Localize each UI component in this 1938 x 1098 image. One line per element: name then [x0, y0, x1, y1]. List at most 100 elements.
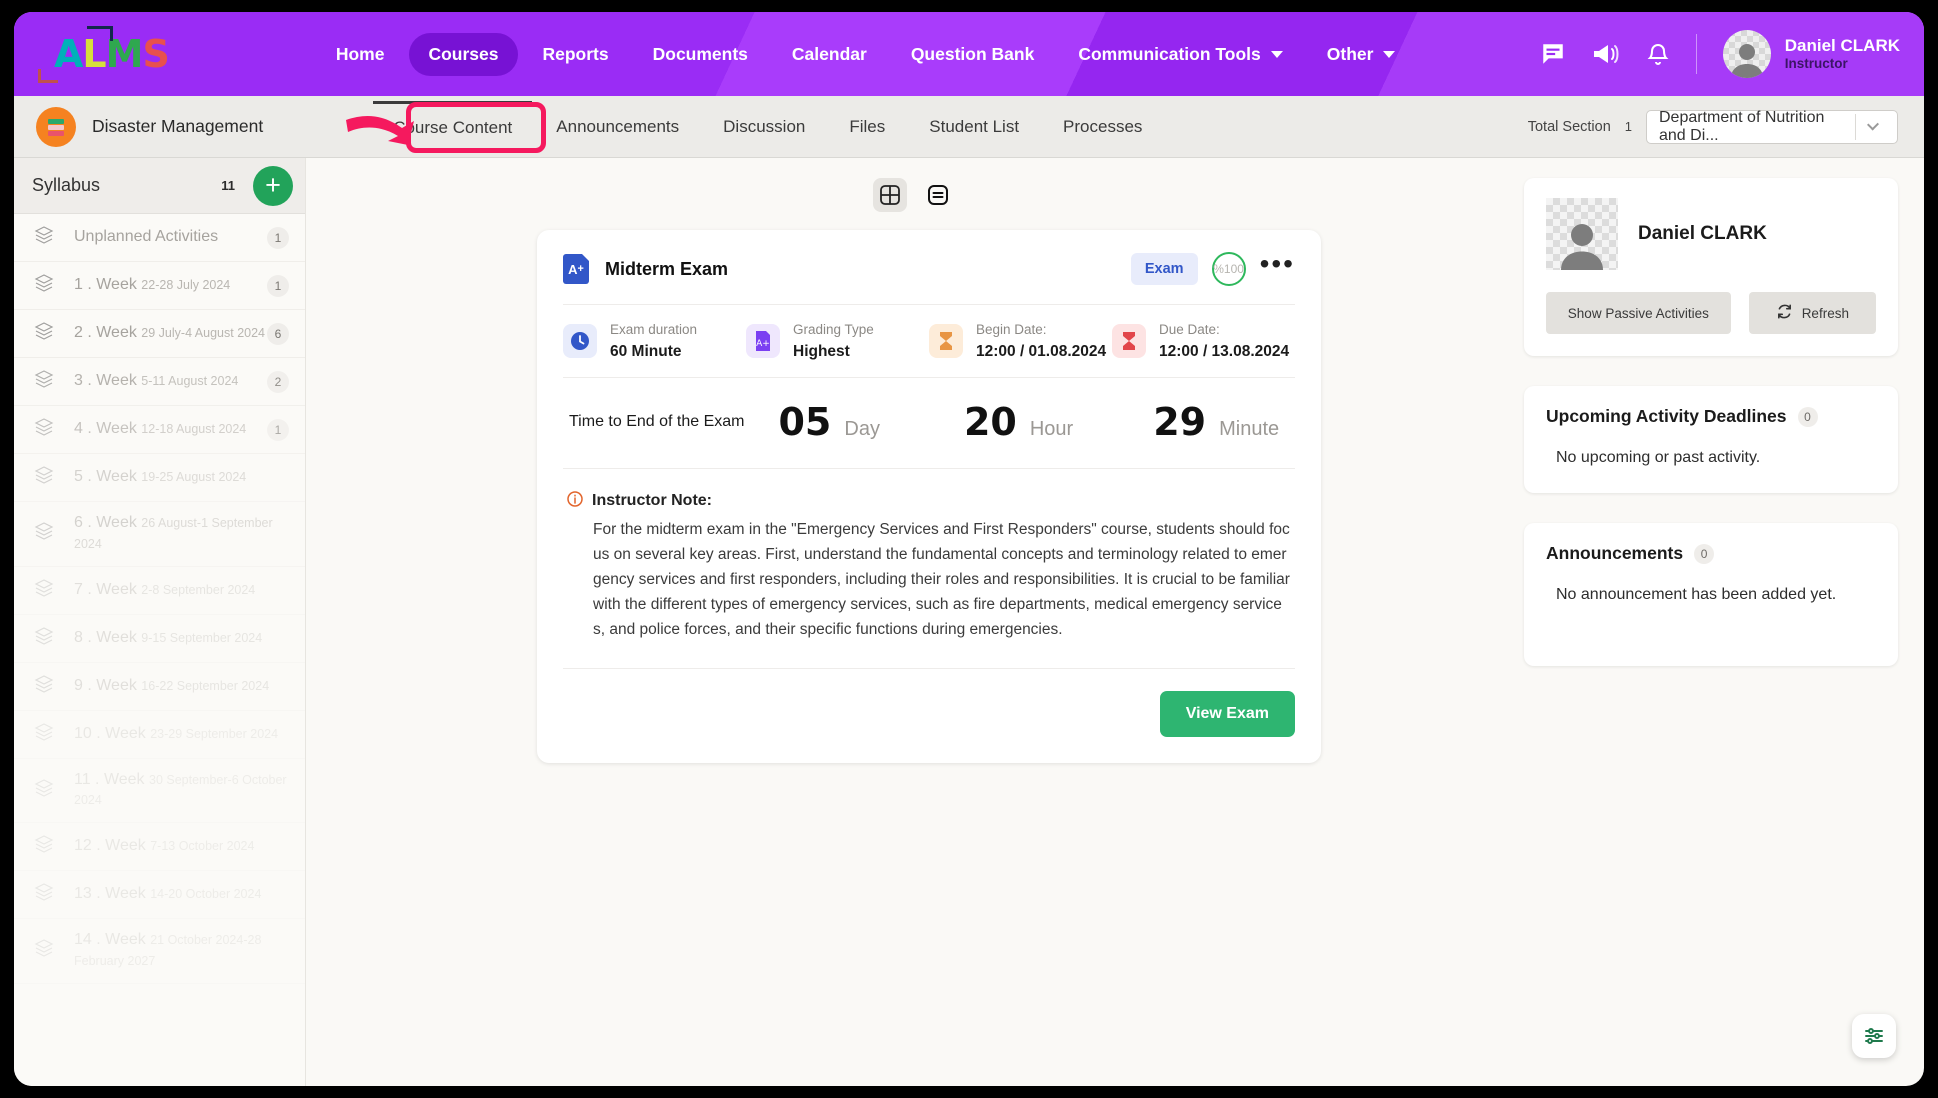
info-exam-duration: Exam duration 60 Minute — [563, 319, 746, 363]
tab-label: Course Content — [393, 118, 513, 137]
nav-item-home[interactable]: Home — [317, 33, 404, 76]
tab-discussion[interactable]: Discussion — [703, 103, 825, 151]
grade-icon: A+ — [746, 323, 780, 358]
panel-empty-text: No announcement has been added yet. — [1556, 586, 1837, 603]
show-passive-activities-button[interactable]: Show Passive Activities — [1546, 292, 1731, 334]
list-item[interactable]: 13 . Week 14-20 October 2024 — [14, 871, 305, 920]
list-item[interactable]: 11 . Week 30 September-6 October 2024 — [14, 759, 305, 824]
page-body: Syllabus 11 + Unplanned Activities 1 1 .… — [14, 158, 1924, 1086]
week-date: 7-13 October 2024 — [150, 839, 255, 854]
list-item-text: 6 . Week 26 August-1 September 2024 — [74, 513, 289, 555]
week-date: 23-29 September 2024 — [150, 726, 279, 741]
info-value: 12:00 / 01.08.2024 — [976, 342, 1107, 360]
panel-empty-text: No upcoming or past activity. — [1556, 449, 1761, 466]
info-value: Highest — [793, 342, 850, 360]
chevron-down-icon — [1867, 118, 1880, 131]
list-item[interactable]: 9 . Week 16-22 September 2024 — [14, 663, 305, 711]
week-date: 2-8 September 2024 — [141, 582, 256, 597]
layers-icon — [34, 369, 54, 394]
info-text: Exam duration 60 Minute — [610, 319, 697, 363]
announcements-panel: Announcements 0 No announcement has been… — [1524, 523, 1898, 666]
list-item-text: 1 . Week 22-28 July 2024 — [74, 275, 230, 296]
clock-icon — [563, 323, 597, 358]
layers-icon — [34, 578, 54, 603]
profile-row: Daniel CLARK — [1546, 198, 1876, 270]
bell-icon[interactable] — [1646, 41, 1670, 67]
week-name: 14 . Week — [74, 931, 146, 949]
nav-item-reports[interactable]: Reports — [524, 33, 628, 76]
instructor-note-title: Instructor Note: — [592, 492, 712, 510]
panel-count-badge: 0 — [1694, 543, 1715, 564]
list-item[interactable]: 6 . Week 26 August-1 September 2024 — [14, 502, 305, 567]
weight-badge: %100 — [1211, 252, 1246, 286]
tab-student-list[interactable]: Student List — [909, 103, 1039, 151]
week-name: 11 . Week — [74, 770, 145, 788]
nav-item-courses[interactable]: Courses — [409, 32, 518, 76]
tab-announcements[interactable]: Announcements — [536, 103, 699, 151]
countdown-hour: 20 Hour — [964, 400, 1073, 444]
list-item-text: 10 . Week 23-29 September 2024 — [74, 724, 278, 745]
card-title: Midterm Exam — [605, 258, 729, 279]
instructor-note-header: Instructor Note: — [567, 490, 1291, 512]
panel-header: Announcements 0 — [1546, 543, 1876, 564]
section-select[interactable]: Department of Nutrition and Di... — [1646, 109, 1898, 144]
tab-files[interactable]: Files — [829, 103, 905, 151]
nav-item-calendar[interactable]: Calendar — [773, 33, 886, 76]
grid-view-icon[interactable] — [873, 178, 907, 212]
more-options-button[interactable]: ••• — [1260, 250, 1295, 281]
card-footer: View Exam — [563, 668, 1295, 738]
week-name: 2 . Week — [74, 324, 137, 342]
message-icon[interactable] — [1540, 41, 1566, 67]
list-item-text: 7 . Week 2-8 September 2024 — [74, 580, 255, 601]
list-view-icon[interactable] — [921, 178, 955, 212]
tab-processes[interactable]: Processes — [1043, 103, 1162, 151]
logo-letter-s: S — [142, 32, 169, 76]
nav-label: Other — [1326, 43, 1374, 64]
refresh-button[interactable]: Refresh — [1748, 292, 1876, 334]
divider — [1855, 113, 1857, 140]
nav-item-documents[interactable]: Documents — [634, 33, 767, 76]
week-date: 5-11 August 2024 — [141, 374, 239, 389]
tab-label: Discussion — [723, 116, 806, 136]
list-item[interactable]: 1 . Week 22-28 July 2024 1 — [14, 262, 305, 310]
layers-icon — [34, 674, 54, 699]
list-item[interactable]: 14 . Week 21 October 2024-28 February 20… — [14, 919, 305, 984]
list-item[interactable]: 10 . Week 23-29 September 2024 — [14, 711, 305, 759]
list-item[interactable]: 12 . Week 7-13 October 2024 — [14, 823, 305, 872]
list-item[interactable]: 7 . Week 2-8 September 2024 — [14, 567, 305, 615]
refresh-label: Refresh — [1801, 305, 1849, 321]
top-navigation-bar: ALMS Home Courses Reports Documents Cale… — [14, 12, 1924, 96]
info-label: Begin Date: — [976, 322, 1047, 337]
nav-item-communication-tools[interactable]: Communication Tools — [1059, 33, 1301, 76]
list-item[interactable]: 2 . Week 29 July-4 August 2024 6 — [14, 310, 305, 358]
list-item[interactable]: 5 . Week 19-25 August 2024 — [14, 454, 305, 502]
countdown-row: Time to End of the Exam 05 Day 20 Hour 2… — [563, 378, 1295, 469]
week-date: 29 July-4 August 2024 — [141, 326, 265, 341]
list-item-text: 11 . Week 30 September-6 October 2024 — [74, 770, 289, 812]
list-item[interactable]: 3 . Week 5-11 August 2024 2 — [14, 358, 305, 406]
logo-letter-a: A — [54, 32, 83, 76]
nav-item-other[interactable]: Other — [1308, 33, 1415, 76]
layers-icon — [34, 417, 54, 442]
app-logo[interactable]: ALMS — [38, 26, 170, 83]
list-item[interactable]: Unplanned Activities 1 — [14, 214, 305, 262]
activity-count-badge: 1 — [267, 226, 289, 249]
megaphone-icon[interactable] — [1592, 41, 1620, 67]
logo-bracket-bottom-left-icon — [38, 69, 58, 83]
nav-label: Question Bank — [910, 43, 1035, 64]
list-item[interactable]: 4 . Week 12-18 August 2024 1 — [14, 406, 305, 454]
chevron-down-icon — [1270, 50, 1283, 58]
view-exam-button[interactable]: View Exam — [1159, 691, 1295, 738]
nav-item-question-bank[interactable]: Question Bank — [892, 33, 1054, 76]
user-menu[interactable]: Daniel CLARK Instructor — [1722, 30, 1900, 78]
activity-count-badge: 1 — [267, 274, 289, 297]
list-item-text: 2 . Week 29 July-4 August 2024 — [74, 323, 265, 344]
card-header-actions: Exam %100 ••• — [1130, 250, 1295, 286]
hourglass-end-icon — [1112, 323, 1146, 358]
settings-sliders-icon[interactable] — [1852, 1014, 1896, 1058]
add-syllabus-button[interactable]: + — [253, 165, 293, 206]
tab-course-content[interactable]: Course Content — [373, 101, 533, 152]
list-item[interactable]: 8 . Week 9-15 September 2024 — [14, 615, 305, 663]
list-item-text: 14 . Week 21 October 2024-28 February 20… — [74, 930, 289, 972]
nav-label: Documents — [652, 43, 748, 64]
